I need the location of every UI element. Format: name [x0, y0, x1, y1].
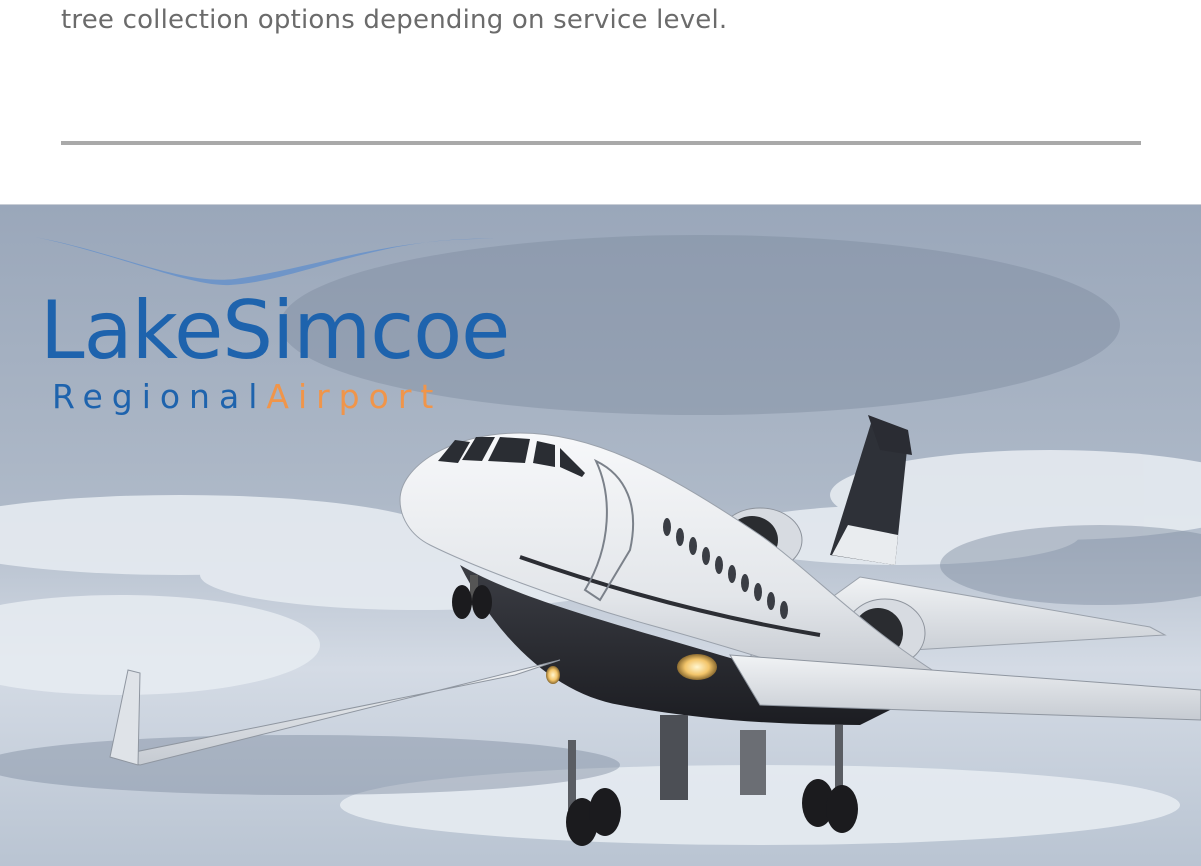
logo-subtitle-airport: Airport — [266, 377, 443, 416]
hero-banner: LakeSimcoe RegionalAirport — [0, 204, 1201, 866]
logo-title: LakeSimcoe — [40, 284, 510, 377]
horizontal-divider — [61, 141, 1141, 145]
logo-subtitle: RegionalAirport — [52, 377, 442, 417]
logo-subtitle-regional: Regional — [52, 377, 267, 416]
intro-paragraph: tree collection options depending on ser… — [61, 5, 728, 35]
